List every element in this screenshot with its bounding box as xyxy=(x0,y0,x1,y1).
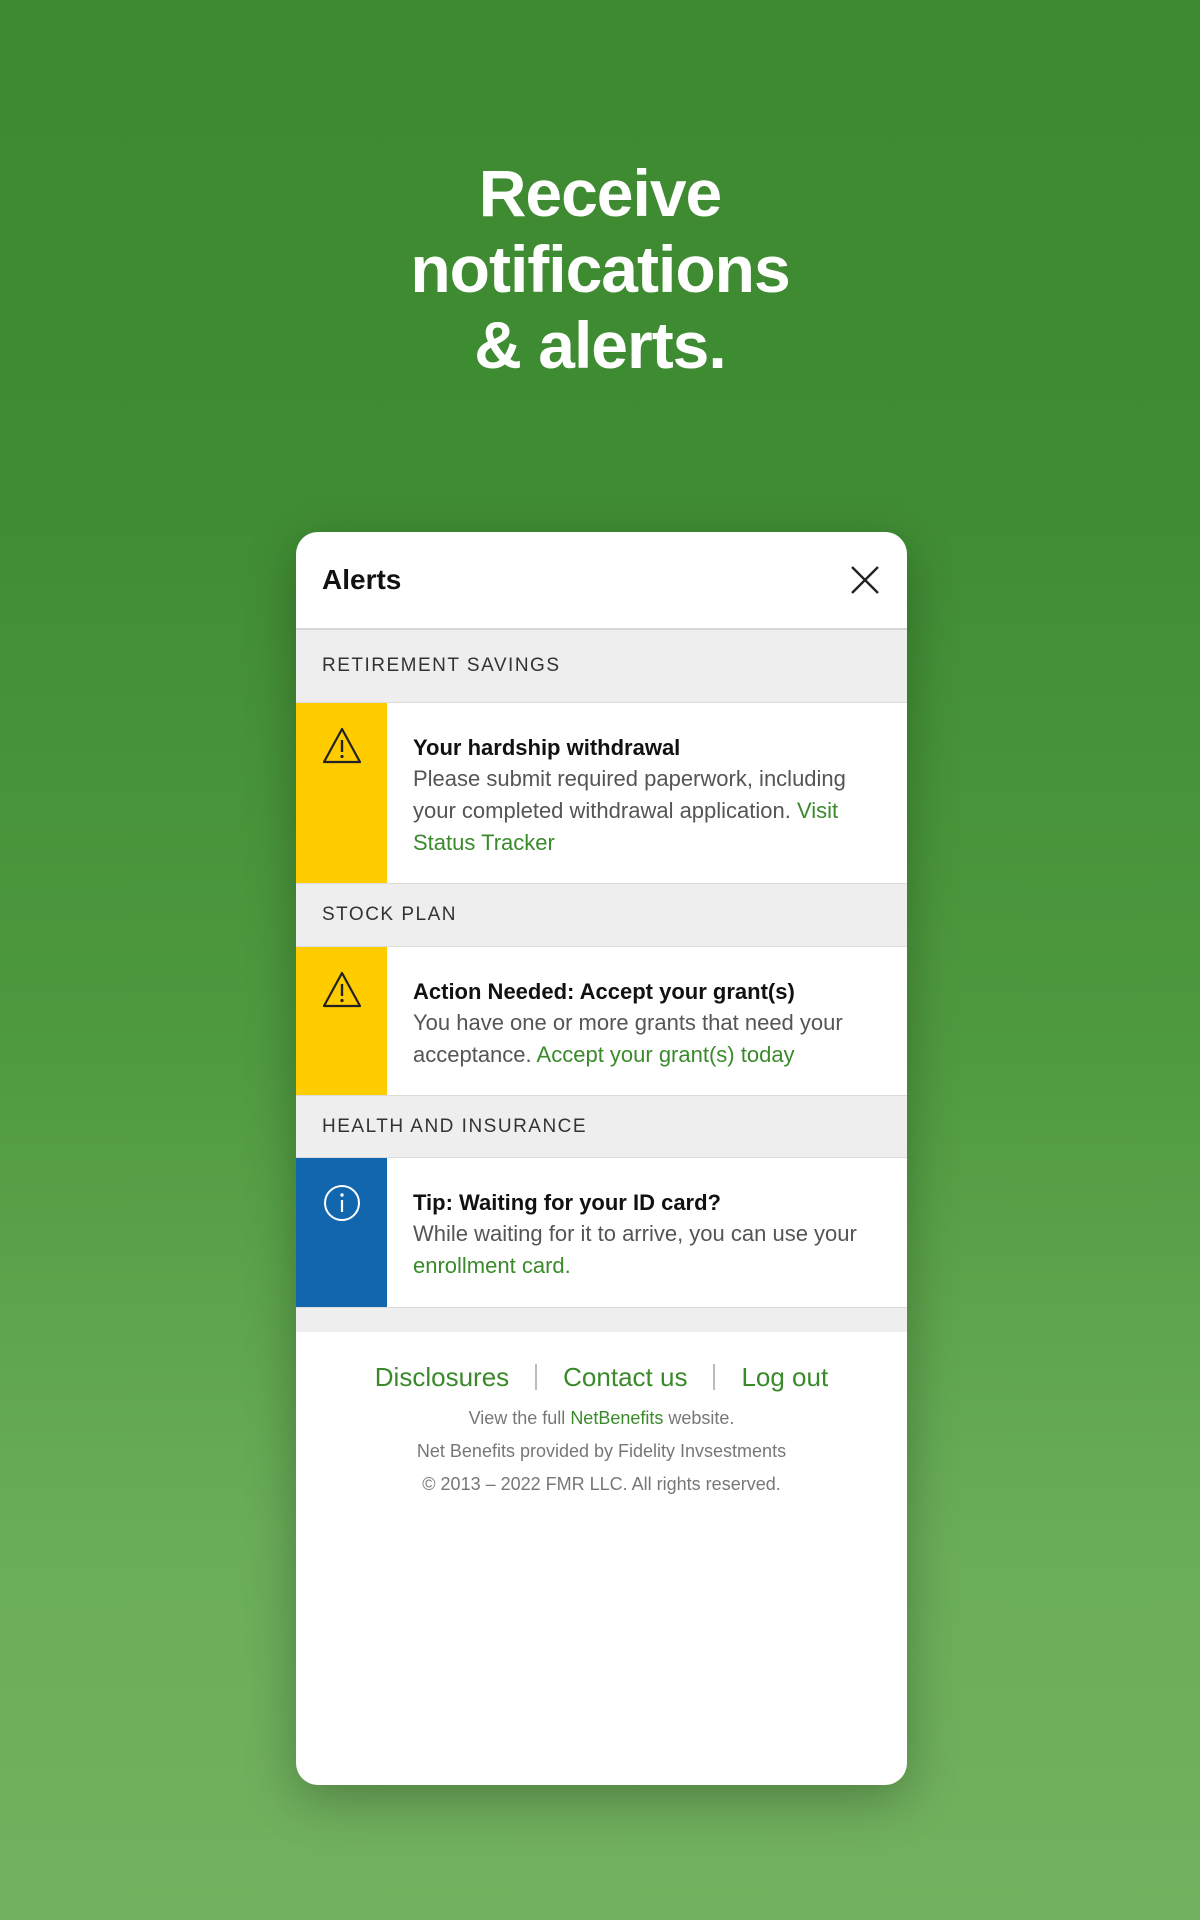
headline-line-3: & alerts. xyxy=(474,308,726,382)
section-header-health-insurance: HEALTH AND INSURANCE xyxy=(296,1096,907,1158)
footer: Disclosures Contact us Log out View the … xyxy=(296,1308,907,1501)
alert-stripe-warning xyxy=(296,703,387,883)
contact-us-link[interactable]: Contact us xyxy=(563,1362,687,1393)
alerts-header: Alerts xyxy=(296,532,907,630)
alert-body: Tip: Waiting for your ID card? While wai… xyxy=(387,1158,907,1307)
netbenefits-link[interactable]: NetBenefits xyxy=(570,1408,663,1428)
view-full-site-text: View the full NetBenefits website. xyxy=(296,1402,907,1435)
alert-title: Tip: Waiting for your ID card? xyxy=(413,1190,721,1215)
headline: Receive notifications & alerts. xyxy=(0,155,1200,383)
headline-line-1: Receive xyxy=(478,156,723,230)
alert-body: Your hardship withdrawal Please submit r… xyxy=(387,703,907,883)
warning-triangle-icon xyxy=(322,971,361,1008)
alert-id-card-tip: Tip: Waiting for your ID card? While wai… xyxy=(296,1158,907,1308)
enrollment-card-link[interactable]: enrollment card. xyxy=(413,1253,571,1278)
copyright-text: © 2013 – 2022 FMR LLC. All rights reserv… xyxy=(422,1474,781,1494)
alert-message: Please submit required paperwork, includ… xyxy=(413,766,846,823)
headline-line-2: notifications xyxy=(410,232,790,306)
alert-hardship-withdrawal: Your hardship withdrawal Please submit r… xyxy=(296,703,907,884)
alert-text: Please submit required paperwork, includ… xyxy=(413,763,887,859)
footer-divider xyxy=(535,1364,538,1390)
footer-links: Disclosures Contact us Log out xyxy=(296,1352,907,1402)
close-icon xyxy=(851,566,879,594)
log-out-link[interactable]: Log out xyxy=(741,1362,828,1393)
info-circle-icon xyxy=(323,1185,360,1221)
alert-text: While waiting for it to arrive, you can … xyxy=(413,1218,887,1282)
alert-title: Action Needed: Accept your grant(s) xyxy=(413,979,795,1004)
footer-divider xyxy=(713,1364,716,1390)
alerts-panel: Alerts RETIREMENT SAVINGS Your hardship … xyxy=(296,532,907,1785)
view-prefix: View the full xyxy=(468,1408,571,1428)
alert-message: While waiting for it to arrive, you can … xyxy=(413,1221,857,1246)
alert-text: You have one or more grants that need yo… xyxy=(413,1007,887,1071)
section-header-stock-plan: STOCK PLAN xyxy=(296,884,907,947)
alert-accept-grants: Action Needed: Accept your grant(s) You … xyxy=(296,947,907,1096)
close-button[interactable] xyxy=(849,564,881,596)
provided-by-text: Net Benefits provided by Fidelity Invses… xyxy=(416,1441,787,1461)
warning-triangle-icon xyxy=(322,727,361,764)
alert-stripe-info xyxy=(296,1158,387,1307)
alert-stripe-warning xyxy=(296,947,387,1095)
accept-grants-link[interactable]: Accept your grant(s) today xyxy=(537,1042,795,1067)
disclosures-link[interactable]: Disclosures xyxy=(375,1362,509,1393)
section-header-retirement-savings: RETIREMENT SAVINGS xyxy=(296,630,907,703)
alerts-title: Alerts xyxy=(322,564,402,595)
alert-title: Your hardship withdrawal xyxy=(413,735,681,760)
alert-body: Action Needed: Accept your grant(s) You … xyxy=(387,947,907,1095)
view-suffix: website. xyxy=(663,1408,735,1428)
